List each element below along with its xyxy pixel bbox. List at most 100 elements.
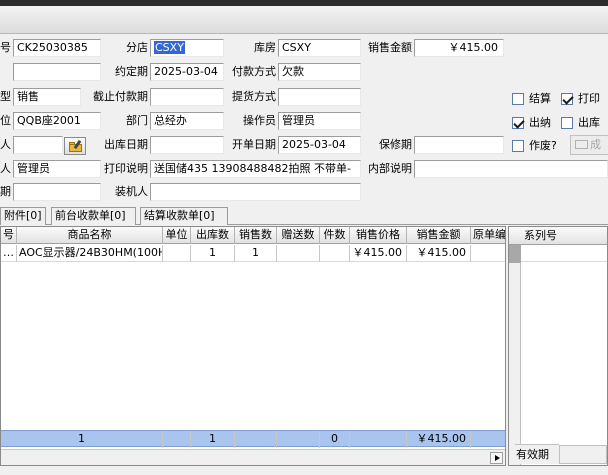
grid-footer-totals: 1 1 0 ￥415.00 xyxy=(1,430,505,448)
internal-note-label: 内部说明 xyxy=(368,162,412,175)
person-field[interactable] xyxy=(13,136,63,154)
period-label: 期 xyxy=(0,185,11,198)
col-header-orig-no[interactable]: 原单编 xyxy=(471,227,505,244)
due-date-field[interactable]: 2025-03-04 xyxy=(150,63,224,81)
order-no-field[interactable]: CK25030385 xyxy=(13,39,101,57)
ship-date-field[interactable] xyxy=(150,136,224,154)
payment-method-field[interactable]: 欠款 xyxy=(278,63,361,81)
payment-deadline-field[interactable] xyxy=(150,88,224,106)
footer-out-qty: 1 xyxy=(191,431,235,448)
warehouse-field[interactable]: CSXY xyxy=(278,39,361,57)
unit-label: 位 xyxy=(0,114,11,127)
print-label: 打印 xyxy=(578,92,600,105)
bill-date-label: 开单日期 xyxy=(232,138,276,151)
branch-value: CSXY xyxy=(154,41,185,54)
branch-label: 分店 xyxy=(126,41,148,54)
operator-field[interactable]: 管理员 xyxy=(278,112,361,130)
lookup-button[interactable] xyxy=(64,137,86,155)
print-note-label: 打印说明 xyxy=(104,162,148,175)
internal-note-field[interactable] xyxy=(414,160,608,178)
footer-blank-orig xyxy=(471,431,505,448)
scroll-right-arrow-icon[interactable] xyxy=(490,452,503,464)
print-note-field[interactable]: 送国储435 13908488482拍照 不带单- xyxy=(150,160,361,178)
type-field[interactable]: 销售 xyxy=(13,88,81,106)
col-header-product-name[interactable]: 商品名称 xyxy=(17,227,163,244)
sales-amount-label: 销售金额 xyxy=(368,41,412,54)
outbound-checkbox[interactable] xyxy=(561,117,573,129)
pickup-method-field[interactable] xyxy=(278,88,361,106)
serial-number-panel: 系列号 有效期 xyxy=(508,226,608,466)
footer-count: 1 xyxy=(1,431,163,448)
installer-label: 装机人 xyxy=(115,185,148,198)
person2-field[interactable]: 管理员 xyxy=(13,160,101,178)
expiry-field[interactable] xyxy=(559,445,607,464)
table-row[interactable]: … AOC显示器/24B30HM(100HZ) 1 1 ￥415.00 ￥415… xyxy=(1,245,505,262)
row-orig-no[interactable] xyxy=(471,245,505,262)
col-header-sale-qty[interactable]: 销售数 xyxy=(235,227,277,244)
panel-row-indicator xyxy=(509,227,521,465)
footer-blank-sale xyxy=(235,431,277,448)
finish-button[interactable]: 成 xyxy=(570,135,608,155)
void-checkbox[interactable] xyxy=(512,140,524,152)
row2-blank-field[interactable] xyxy=(13,63,101,81)
col-header-no[interactable]: 号 xyxy=(1,227,17,244)
indicator-current-row[interactable] xyxy=(509,245,521,263)
branch-field[interactable]: CSXY xyxy=(150,39,224,57)
warehouse-label: 库房 xyxy=(254,41,276,54)
void-label: 作废? xyxy=(529,139,557,152)
cashier-label: 出纳 xyxy=(529,116,551,129)
items-grid[interactable]: 号 商品名称 单位 出库数 销售数 赠送数 件数 销售价格 销售金额 原单编 …… xyxy=(0,226,506,466)
footer-amount: ￥415.00 xyxy=(407,431,471,448)
type-label: 型 xyxy=(0,90,11,103)
serial-number-header[interactable]: 系列号 xyxy=(521,227,607,245)
row-pieces[interactable] xyxy=(320,245,350,262)
row-product-name[interactable]: AOC显示器/24B30HM(100HZ) xyxy=(17,245,163,262)
row-unit[interactable] xyxy=(163,245,191,262)
bill-date-field[interactable]: 2025-03-04 xyxy=(278,136,361,154)
serial-number-row[interactable] xyxy=(521,245,607,262)
pickup-method-label: 提货方式 xyxy=(232,90,276,103)
detail-tabs: 附件[0] 前台收款单[0] 结算收款单[0] xyxy=(0,206,608,225)
row-gift-qty[interactable] xyxy=(277,245,320,262)
col-header-out-qty[interactable]: 出库数 xyxy=(191,227,235,244)
expiry-label: 有效期 xyxy=(515,444,559,464)
printer-icon xyxy=(575,140,588,149)
tab-settlement-receipts[interactable]: 结算收款单[0] xyxy=(140,207,228,225)
outbound-label: 出库 xyxy=(578,116,600,129)
warranty-field[interactable] xyxy=(414,136,504,154)
col-header-unit[interactable]: 单位 xyxy=(163,227,191,244)
settle-label: 结算 xyxy=(529,92,551,105)
indicator-header xyxy=(509,227,521,245)
unit-field[interactable]: QQB座2001 xyxy=(13,112,101,130)
col-header-gift-qty[interactable]: 赠送数 xyxy=(277,227,320,244)
sales-amount-field[interactable]: ￥415.00 xyxy=(414,39,504,57)
footer-blank-unit xyxy=(163,431,191,448)
operator-label: 操作员 xyxy=(243,114,276,127)
col-header-amount[interactable]: 销售金额 xyxy=(407,227,471,244)
row-sale-qty[interactable]: 1 xyxy=(235,245,277,262)
footer-blank-price xyxy=(350,431,407,448)
cashier-checkbox[interactable] xyxy=(512,117,524,129)
finish-button-label: 成 xyxy=(590,138,601,151)
tab-front-receipts[interactable]: 前台收款单[0] xyxy=(51,207,136,225)
col-header-price[interactable]: 销售价格 xyxy=(350,227,407,244)
footer-blank-gift xyxy=(277,431,320,448)
grid-header: 号 商品名称 单位 出库数 销售数 赠送数 件数 销售价格 销售金额 原单编 xyxy=(1,227,505,244)
payment-method-label: 付款方式 xyxy=(232,65,276,78)
settle-checkbox[interactable] xyxy=(512,93,524,105)
installer-field[interactable] xyxy=(150,183,361,201)
col-header-pieces[interactable]: 件数 xyxy=(320,227,350,244)
payment-deadline-label: 截止付款期 xyxy=(93,90,148,103)
window-top-edge xyxy=(0,0,608,6)
tab-attachments[interactable]: 附件[0] xyxy=(0,207,46,225)
row-out-qty[interactable]: 1 xyxy=(191,245,235,262)
print-checkbox[interactable] xyxy=(561,93,573,105)
row-amount[interactable]: ￥415.00 xyxy=(407,245,471,262)
row-no[interactable]: … xyxy=(1,245,17,262)
row-price[interactable]: ￥415.00 xyxy=(350,245,407,262)
department-field[interactable]: 总经办 xyxy=(150,112,224,130)
person-label: 人 xyxy=(0,138,11,151)
warranty-label: 保修期 xyxy=(379,138,412,151)
horizontal-scrollbar[interactable] xyxy=(1,449,505,465)
period-field[interactable] xyxy=(13,183,101,201)
